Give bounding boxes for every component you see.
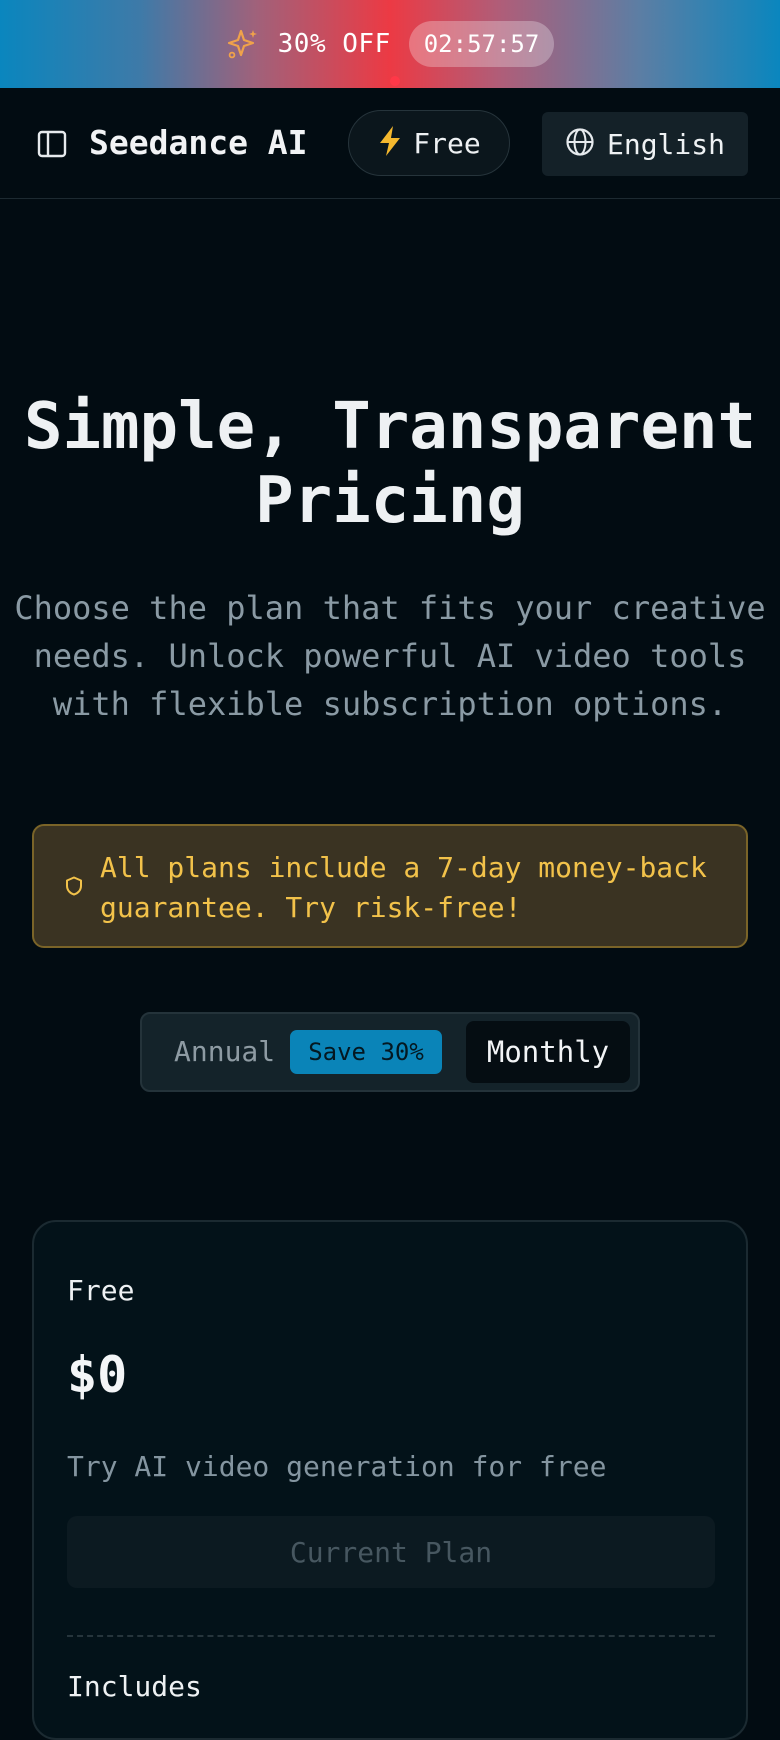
billing-period-toggle: Annual Save 30% Monthly: [140, 1012, 640, 1092]
language-label: English: [606, 127, 725, 161]
plan-includes-heading: Includes: [67, 1670, 202, 1703]
monthly-billing-option[interactable]: Monthly: [466, 1021, 630, 1083]
globe-icon: [565, 127, 595, 161]
promo-indicator-dot: [390, 76, 400, 86]
sparkle-icon: [226, 27, 260, 61]
plan-badge-button[interactable]: Free: [348, 110, 510, 176]
shield-icon: [65, 876, 83, 896]
plan-divider: [67, 1635, 715, 1637]
save-discount-badge: Save 30%: [290, 1030, 442, 1074]
plan-badge-label: Free: [413, 126, 481, 160]
annual-billing-option[interactable]: Annual: [174, 1034, 275, 1070]
top-navbar: Seedance AI Free English: [0, 88, 780, 199]
promo-banner[interactable]: 30% OFF 02:57:57: [0, 0, 780, 88]
guarantee-text: All plans include a 7-day money-back gua…: [100, 851, 707, 924]
lightning-bolt-icon: [377, 125, 403, 161]
plan-description: Try AI video generation for free: [67, 1450, 607, 1483]
money-back-guarantee-notice: All plans include a 7-day money-back gua…: [32, 824, 748, 948]
free-plan-card: Free $0 Try AI video generation for free…: [32, 1220, 748, 1740]
plan-price: $0: [67, 1346, 128, 1404]
page-subtitle: Choose the plan that fits your creative …: [14, 589, 766, 723]
language-selector[interactable]: English: [542, 112, 748, 176]
page-title: Simple, Transparent Pricing: [23, 390, 757, 538]
plan-name: Free: [67, 1274, 135, 1307]
sidebar-toggle-icon[interactable]: [37, 129, 67, 159]
promo-countdown-timer: 02:57:57: [408, 21, 555, 67]
promo-discount-text: 30% OFF: [277, 29, 391, 59]
brand-name[interactable]: Seedance AI: [89, 124, 308, 162]
current-plan-button[interactable]: Current Plan: [67, 1516, 715, 1588]
